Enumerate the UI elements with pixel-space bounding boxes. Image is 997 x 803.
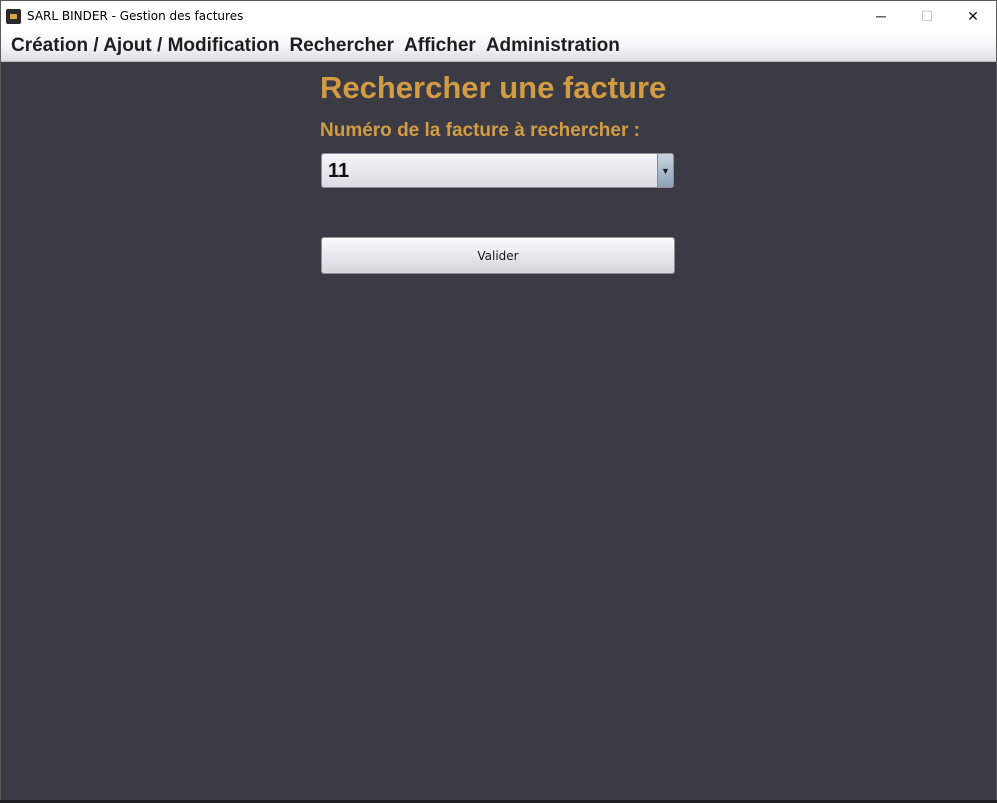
invoice-number-select[interactable]: 11 ▼ bbox=[321, 153, 674, 188]
search-invoice-panel: Rechercher une facture Numéro de la fact… bbox=[1, 62, 996, 801]
page-title: Rechercher une facture bbox=[320, 70, 667, 105]
java-app-icon bbox=[6, 8, 21, 24]
menu-administration[interactable]: Administration bbox=[482, 35, 624, 57]
maximize-button[interactable]: ☐ bbox=[904, 1, 950, 31]
invoice-number-value: 11 bbox=[328, 160, 350, 182]
close-button[interactable]: ✕ bbox=[950, 1, 996, 31]
chevron-down-icon[interactable]: ▼ bbox=[657, 154, 673, 187]
title-bar[interactable]: SARL BINDER - Gestion des factures ─ ☐ ✕ bbox=[1, 1, 996, 31]
menu-afficher[interactable]: Afficher bbox=[400, 35, 480, 57]
menu-bar: Création / Ajout / Modification Recherch… bbox=[1, 31, 996, 62]
validate-button[interactable]: Valider bbox=[321, 237, 675, 274]
window-title: SARL BINDER - Gestion des factures bbox=[27, 9, 244, 23]
menu-rechercher[interactable]: Rechercher bbox=[285, 35, 398, 57]
menu-creation-ajout-modification[interactable]: Création / Ajout / Modification bbox=[7, 35, 283, 57]
app-window: SARL BINDER - Gestion des factures ─ ☐ ✕… bbox=[0, 0, 997, 802]
invoice-number-label: Numéro de la facture à rechercher : bbox=[320, 120, 640, 141]
minimize-button[interactable]: ─ bbox=[858, 1, 904, 31]
window-controls: ─ ☐ ✕ bbox=[858, 1, 996, 31]
